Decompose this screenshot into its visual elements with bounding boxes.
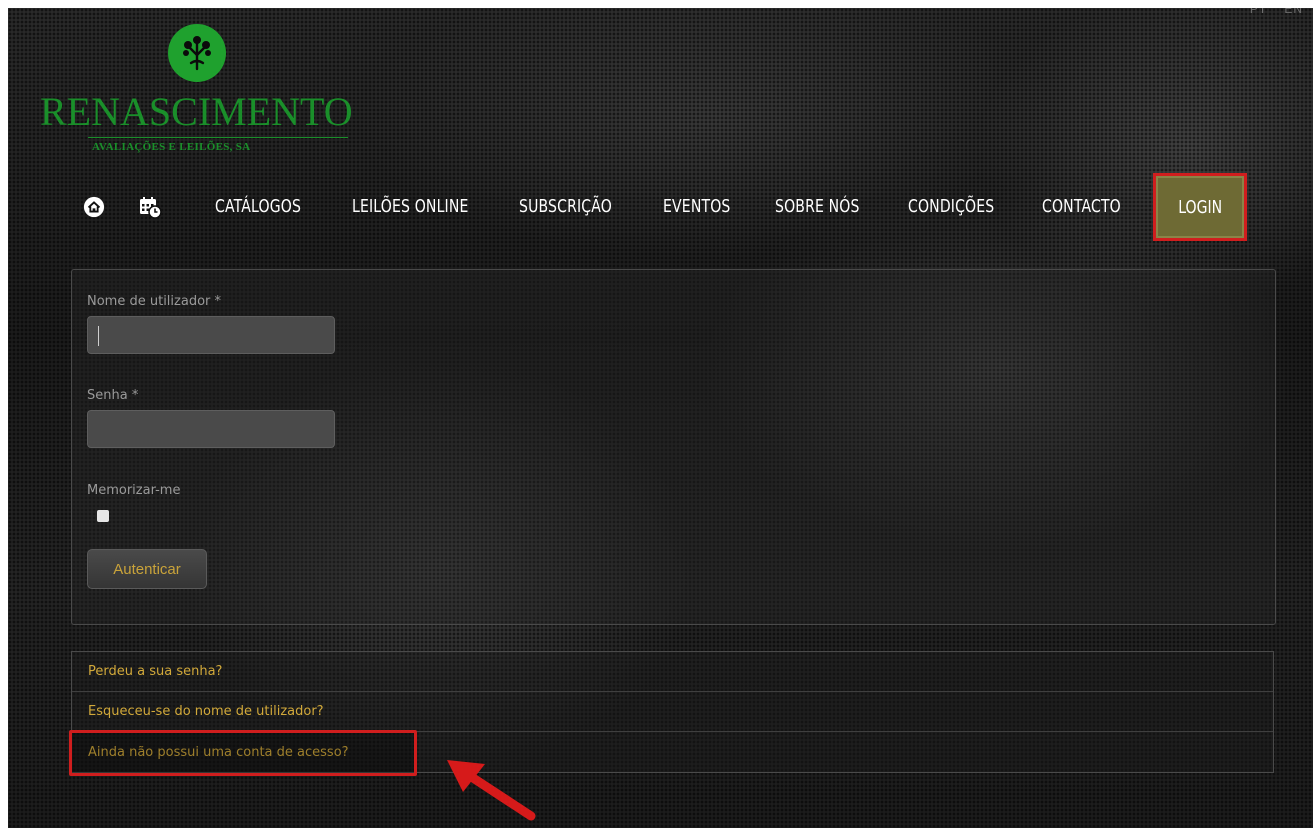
login-button[interactable]: LOGIN [1153,173,1247,241]
remember-label: Memorizar-me [87,483,181,498]
list-item: Ainda não possui uma conta de acesso? [72,732,1273,772]
nav-item-contacto[interactable]: CONTACTO [1042,196,1143,217]
logo-subtitle: AVALIAÇÕES E LEILÕES, SA [92,141,251,153]
forgot-username-link[interactable]: Esqueceu-se do nome de utilizador? [88,704,324,719]
nav-label: SUBSCRIÇÃO [519,196,612,217]
password-field[interactable] [87,410,335,448]
nav-label: EVENTOS [663,196,731,217]
calendar-clock-icon[interactable] [136,193,164,221]
password-label: Senha * [87,388,139,403]
remember-checkbox[interactable] [97,510,109,522]
username-label: Nome de utilizador * [87,294,221,309]
create-account-link[interactable]: Ainda não possui uma conta de acesso? [88,745,349,760]
list-item: Esqueceu-se do nome de utilizador? [72,692,1273,732]
nav-label: CONDIÇÕES [908,196,995,217]
login-form: Nome de utilizador * Senha * Memorizar-m… [71,269,1276,625]
lang-pt[interactable]: PT [1250,8,1267,16]
account-links: Perdeu a sua senha? Esqueceu-se do nome … [71,651,1274,773]
logo-wordmark: RENASCIMENTO [40,89,353,134]
lost-password-link[interactable]: Perdeu a sua senha? [88,664,222,679]
nav-label: SOBRE NÓS [775,196,860,217]
main-nav [80,173,192,241]
nav-label: CATÁLOGOS [215,196,302,217]
home-icon[interactable] [80,193,108,221]
nav-item-subscricao[interactable]: SUBSCRIÇÃO [519,196,638,217]
language-switcher[interactable]: PT EN [1250,8,1303,16]
tree-emblem-icon [168,24,226,82]
nav-label: LEILÕES ONLINE [352,196,469,217]
login-label: LOGIN [1178,196,1222,218]
text-caret [98,326,99,346]
site-logo[interactable]: RENASCIMENTO AVALIAÇÕES E LEILÕES, SA [38,20,358,160]
lang-en[interactable]: EN [1284,8,1303,16]
page-background: PT EN RENASCIMENTO AVALIAÇÕES E LEILÕES,… [8,8,1313,828]
red-arrow-icon [447,760,536,821]
logo-divider [88,137,348,138]
nav-label: CONTACTO [1042,196,1121,217]
username-field[interactable] [87,316,335,354]
authenticate-button[interactable]: Autenticar [87,549,207,589]
nav-item-eventos[interactable]: EVENTOS [663,196,750,217]
nav-item-catalogos[interactable]: CATÁLOGOS [215,196,325,217]
nav-item-condicoes[interactable]: CONDIÇÕES [908,196,1019,217]
list-item: Perdeu a sua senha? [72,652,1273,692]
nav-item-sobre-nos[interactable]: SOBRE NÓS [775,196,883,217]
nav-item-leiloes-online[interactable]: LEILÕES ONLINE [352,196,501,217]
